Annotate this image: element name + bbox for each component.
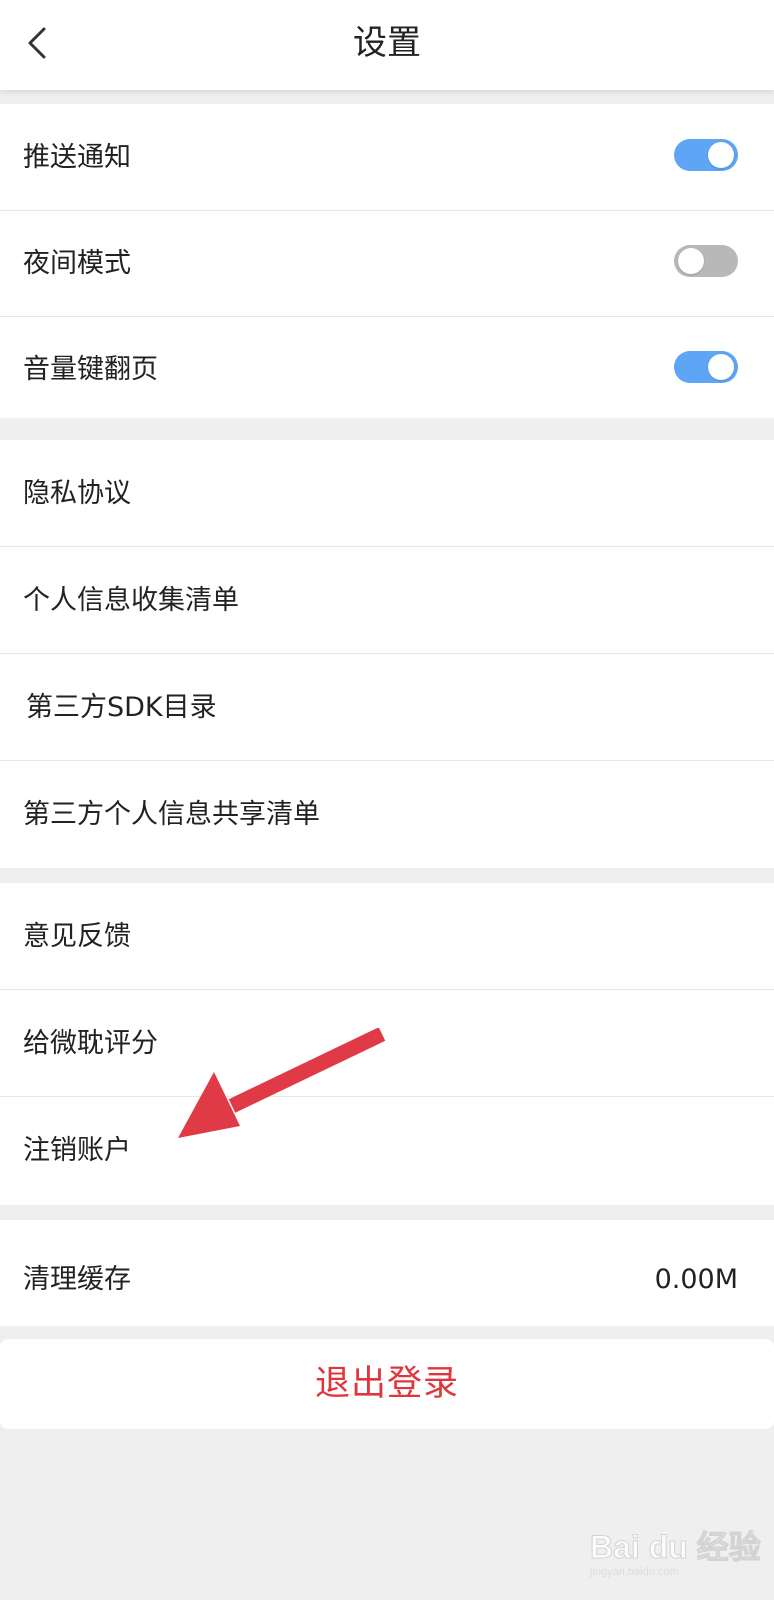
row-label: 推送通知 (23, 142, 131, 173)
annotation-arrow-icon (178, 1028, 386, 1138)
toggle-knob (678, 248, 704, 274)
row-label: 注销账户 (23, 1135, 131, 1166)
logout-button[interactable]: 退出登录 (0, 1339, 774, 1429)
row-label: 清理缓存 (23, 1264, 131, 1295)
info-group: 隐私协议 个人信息收集清单 第三方SDK目录 第三方个人信息共享清单 (0, 440, 774, 868)
row-clear-cache[interactable]: 清理缓存 0.00M (0, 1220, 774, 1326)
volume-key-page-turn-toggle[interactable] (674, 351, 738, 383)
cache-size-value: 0.00M (654, 1264, 738, 1295)
watermark-subtext: jingyan.baidu.com (590, 1566, 679, 1578)
row-label: 个人信息收集清单 (23, 585, 239, 616)
night-mode-toggle[interactable] (674, 245, 738, 277)
row-push-notifications[interactable]: 推送通知 (0, 104, 774, 211)
push-notifications-toggle[interactable] (674, 139, 738, 171)
toggle-knob (708, 142, 734, 168)
row-label: 给微耽评分 (23, 1028, 158, 1059)
logout-label: 退出登录 (314, 1364, 459, 1404)
row-label: 第三方SDK目录 (26, 692, 217, 723)
row-volume-key-page-turn[interactable]: 音量键翻页 (0, 316, 774, 423)
page-title: 设置 (353, 23, 421, 63)
toggle-knob (708, 354, 734, 380)
row-night-mode[interactable]: 夜间模式 (0, 210, 774, 317)
row-label: 夜间模式 (23, 248, 131, 279)
row-label: 意见反馈 (23, 921, 131, 952)
row-label: 音量键翻页 (23, 354, 158, 385)
row-third-party-sdk[interactable]: 第三方SDK目录 (0, 654, 774, 761)
row-label: 隐私协议 (23, 478, 131, 509)
switches-group: 推送通知 夜间模式 音量键翻页 (0, 104, 774, 418)
row-feedback[interactable]: 意见反馈 (0, 883, 774, 990)
cache-group: 清理缓存 0.00M (0, 1220, 774, 1326)
watermark-text: Bai du 经验 (590, 1529, 762, 1566)
row-personal-info-list[interactable]: 个人信息收集清单 (0, 547, 774, 654)
row-label: 第三方个人信息共享清单 (23, 799, 320, 830)
baidu-watermark-logo: Bai du 经验 jingyan.baidu.com (590, 1518, 762, 1588)
row-privacy-policy[interactable]: 隐私协议 (0, 440, 774, 547)
row-third-party-sharing-list[interactable]: 第三方个人信息共享清单 (0, 761, 774, 868)
top-bar: 设置 (0, 0, 774, 90)
